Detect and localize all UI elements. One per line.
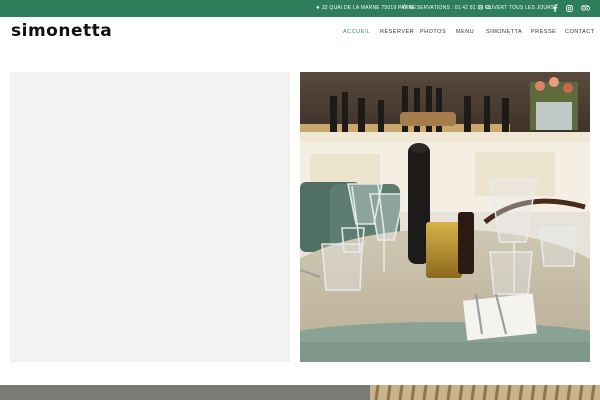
- nav-simonetta[interactable]: SIMONETTA: [486, 17, 522, 47]
- site-logo[interactable]: simonetta: [11, 21, 112, 41]
- top-info-bar: ● 32 QUAI DE LA MARNE 75019 PARIS ✆ RESERV…: [0, 0, 600, 17]
- nav-photos[interactable]: PHOTOS: [420, 17, 446, 47]
- hours-text: OUVERT TOUS LES JOURS: [485, 5, 555, 11]
- facebook-icon[interactable]: [552, 0, 558, 17]
- hours-info: ◷ OUVERT TOUS LES JOURS: [478, 0, 555, 17]
- content-placeholder-panel: [10, 72, 290, 362]
- nav-reserver[interactable]: RÉSERVER: [380, 17, 414, 47]
- address-info[interactable]: ● 32 QUAI DE LA MARNE 75019 PARIS: [316, 0, 414, 17]
- phone-icon: ✆: [402, 5, 408, 11]
- next-section-preview: [0, 385, 600, 400]
- nav-presse[interactable]: PRESSE: [531, 17, 556, 47]
- site-header: simonetta ACCUEIL RÉSERVER PHOTOS MENU S…: [0, 17, 600, 47]
- address-text: 32 QUAI DE LA MARNE 75019 PARIS: [321, 5, 414, 11]
- nav-contact[interactable]: CONTACT: [565, 17, 595, 47]
- nav-accueil[interactable]: ACCUEIL: [343, 17, 370, 47]
- instagram-icon[interactable]: [566, 0, 573, 17]
- map-pin-icon: ●: [316, 5, 320, 11]
- nav-menu[interactable]: MENU: [456, 17, 474, 47]
- clock-icon: ◷: [478, 5, 484, 11]
- tripadvisor-icon[interactable]: [581, 0, 590, 17]
- restaurant-table-photo: [300, 72, 590, 362]
